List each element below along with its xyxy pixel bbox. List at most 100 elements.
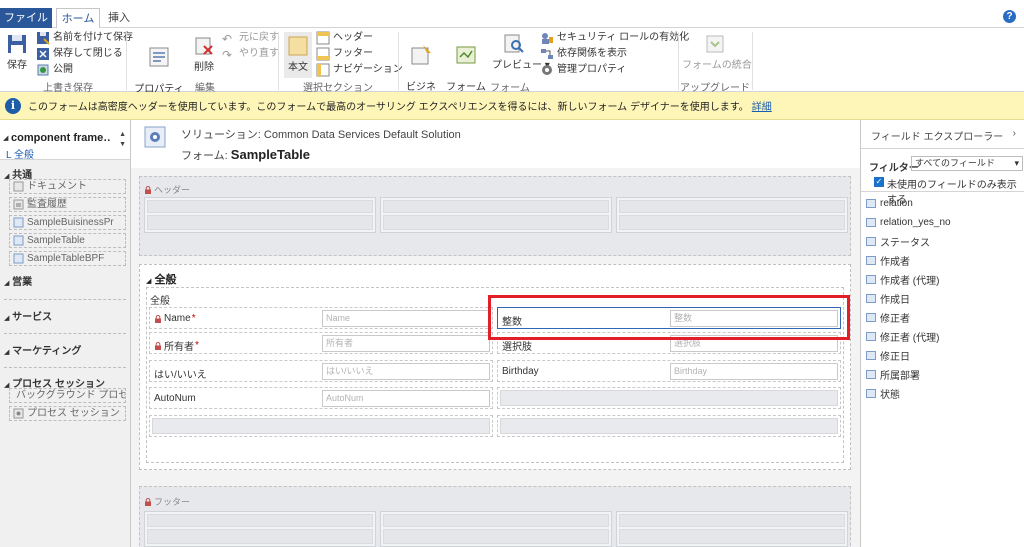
only-unused-checkbox[interactable]: ✓ <box>874 177 884 187</box>
nav-item[interactable]: SampleTable <box>9 233 126 248</box>
nav-item[interactable]: SampleBuisinessPr <box>9 215 126 230</box>
field-input[interactable]: はい/いいえ <box>322 363 490 380</box>
nav-item[interactable]: プロセス セッション <box>9 406 126 421</box>
dependencies-button[interactable]: 依存関係を表示 <box>540 46 627 62</box>
footer-cell[interactable] <box>616 511 848 547</box>
field-input[interactable]: AutoNum <box>322 390 490 407</box>
field-input[interactable]: Name <box>322 310 490 327</box>
header-cell-slot <box>619 200 845 213</box>
scroll-arrows[interactable]: ▲ ▼ <box>119 130 126 150</box>
preview-button[interactable]: プレビュー ▾ <box>492 32 550 71</box>
field-yesno[interactable]: はい/いいえ はい/いいえ <box>149 360 493 382</box>
explorer-field-item[interactable]: 修正日 <box>866 346 1018 364</box>
field-autonum[interactable]: AutoNum AutoNum <box>149 387 493 409</box>
save-close-button[interactable]: 保存して閉じる <box>36 46 123 62</box>
chevron-down-icon: ▾ <box>1014 158 1019 168</box>
field-icon <box>866 350 876 360</box>
field-explorer-title: フィールド エクスプローラー <box>871 132 1004 143</box>
explorer-field-item[interactable]: 所属部署 <box>866 365 1018 383</box>
footer-button[interactable]: フッター <box>316 46 373 62</box>
explorer-field-item[interactable]: ステータス <box>866 232 1018 250</box>
empty-field-slot[interactable] <box>149 415 493 437</box>
filter-select[interactable]: すべてのフィールド ▾ <box>911 156 1023 171</box>
nav-item[interactable]: ドキュメント <box>9 179 126 194</box>
nav-item[interactable]: バックグラウンド プロセス <box>9 388 126 403</box>
header-button[interactable]: ヘッダー <box>316 30 373 46</box>
redo-button[interactable]: ↷ やり直す <box>222 46 279 62</box>
explorer-field-item[interactable]: 状態 <box>866 384 1018 402</box>
header-section[interactable]: ヘッダー <box>139 176 851 256</box>
navigation-label: ナビゲーション <box>333 64 403 75</box>
tab-file[interactable]: ファイル <box>0 8 52 28</box>
info-icon: i <box>5 97 21 114</box>
preview-label: プレビュー <box>492 60 542 71</box>
dependencies-icon <box>541 49 553 59</box>
field-icon <box>866 217 876 227</box>
explorer-field-item[interactable]: relation <box>866 194 1018 212</box>
save-button[interactable]: 保存 <box>4 32 30 71</box>
publish-button[interactable]: 公開 <box>36 62 73 78</box>
footer-section[interactable]: フッター <box>139 486 851 547</box>
empty-slot-inner <box>500 418 838 434</box>
header-cell[interactable] <box>616 197 848 233</box>
tab-home[interactable]: ホーム <box>56 8 100 29</box>
entity-subtitle[interactable]: L 全般 <box>6 146 34 161</box>
field-input[interactable]: 所有者 <box>322 335 490 352</box>
tab-insert[interactable]: 挿入 <box>104 8 134 28</box>
explorer-field-item[interactable]: 作成者 (代理) <box>866 270 1018 288</box>
header-section-title: ヘッダー <box>144 183 190 196</box>
header-cell-slot <box>619 215 845 230</box>
security-roles-label: セキュリティ ロールの有効化 <box>557 32 690 43</box>
entity-title: component frame… <box>11 132 111 144</box>
manage-properties-button[interactable]: 管理プロパティ <box>540 62 626 78</box>
explorer-field-item[interactable]: relation_yes_no <box>866 213 1018 231</box>
ribbon-separator <box>398 32 399 90</box>
header-cell-slot <box>383 200 609 213</box>
help-icon[interactable]: ? <box>1003 10 1016 23</box>
field-icon <box>866 388 876 398</box>
divider <box>861 191 1024 192</box>
field-icon <box>866 198 876 208</box>
nav-item[interactable]: 監査履歴 <box>9 197 126 212</box>
body-button[interactable]: 本文 <box>284 32 312 78</box>
field-input[interactable]: Birthday <box>670 363 838 380</box>
manage-properties-label: 管理プロパティ <box>557 64 627 75</box>
explorer-field-item[interactable]: 作成日 <box>866 289 1018 307</box>
delete-button[interactable]: 削除 <box>190 34 218 73</box>
process-icon <box>13 408 24 419</box>
footer-label: フッター <box>333 48 373 59</box>
header-cell[interactable] <box>144 197 376 233</box>
footer-cell[interactable] <box>380 511 612 547</box>
footer-cell-slot <box>147 529 373 544</box>
redo-icon: ↷ <box>222 48 233 62</box>
highlight-box <box>488 295 850 340</box>
nav-empty-slot <box>4 286 126 300</box>
save-as-button[interactable]: 名前を付けて保存 <box>36 30 133 46</box>
undo-button[interactable]: ↶ 元に戻す <box>222 30 279 46</box>
security-roles-button[interactable]: セキュリティ ロールの有効化 <box>540 30 689 46</box>
field-icon <box>866 274 876 284</box>
chevron-right-icon[interactable]: › <box>1013 128 1016 139</box>
footer-cell[interactable] <box>144 511 376 547</box>
redo-label: やり直す <box>239 48 279 59</box>
nav-empty-slot <box>4 320 126 334</box>
lock-icon <box>145 185 151 194</box>
merge-forms-button[interactable]: フォームの統合 <box>682 32 752 71</box>
navigation-button[interactable]: ナビゲーション <box>316 62 403 78</box>
form-name: フォーム: SampleTable <box>181 147 311 162</box>
field-birthday[interactable]: Birthday Birthday <box>497 360 841 382</box>
field-owner[interactable]: 所有者 * 所有者 <box>149 332 493 354</box>
empty-field-slot[interactable] <box>497 415 841 437</box>
info-details-link[interactable]: 詳細 <box>752 98 772 113</box>
header-cell[interactable] <box>380 197 612 233</box>
business-rules-icon <box>411 45 431 65</box>
nav-item[interactable]: SampleTableBPF <box>9 251 126 266</box>
audit-icon <box>13 199 24 210</box>
field-name[interactable]: Name * Name <box>149 307 493 329</box>
footer-cell-slot <box>619 514 845 527</box>
empty-field-slot[interactable] <box>497 387 841 409</box>
form-canvas: ソリューション: Common Data Services Default So… <box>131 120 860 547</box>
explorer-field-item[interactable]: 修正者 <box>866 308 1018 326</box>
explorer-field-item[interactable]: 修正者 (代理) <box>866 327 1018 345</box>
explorer-field-item[interactable]: 作成者 <box>866 251 1018 269</box>
